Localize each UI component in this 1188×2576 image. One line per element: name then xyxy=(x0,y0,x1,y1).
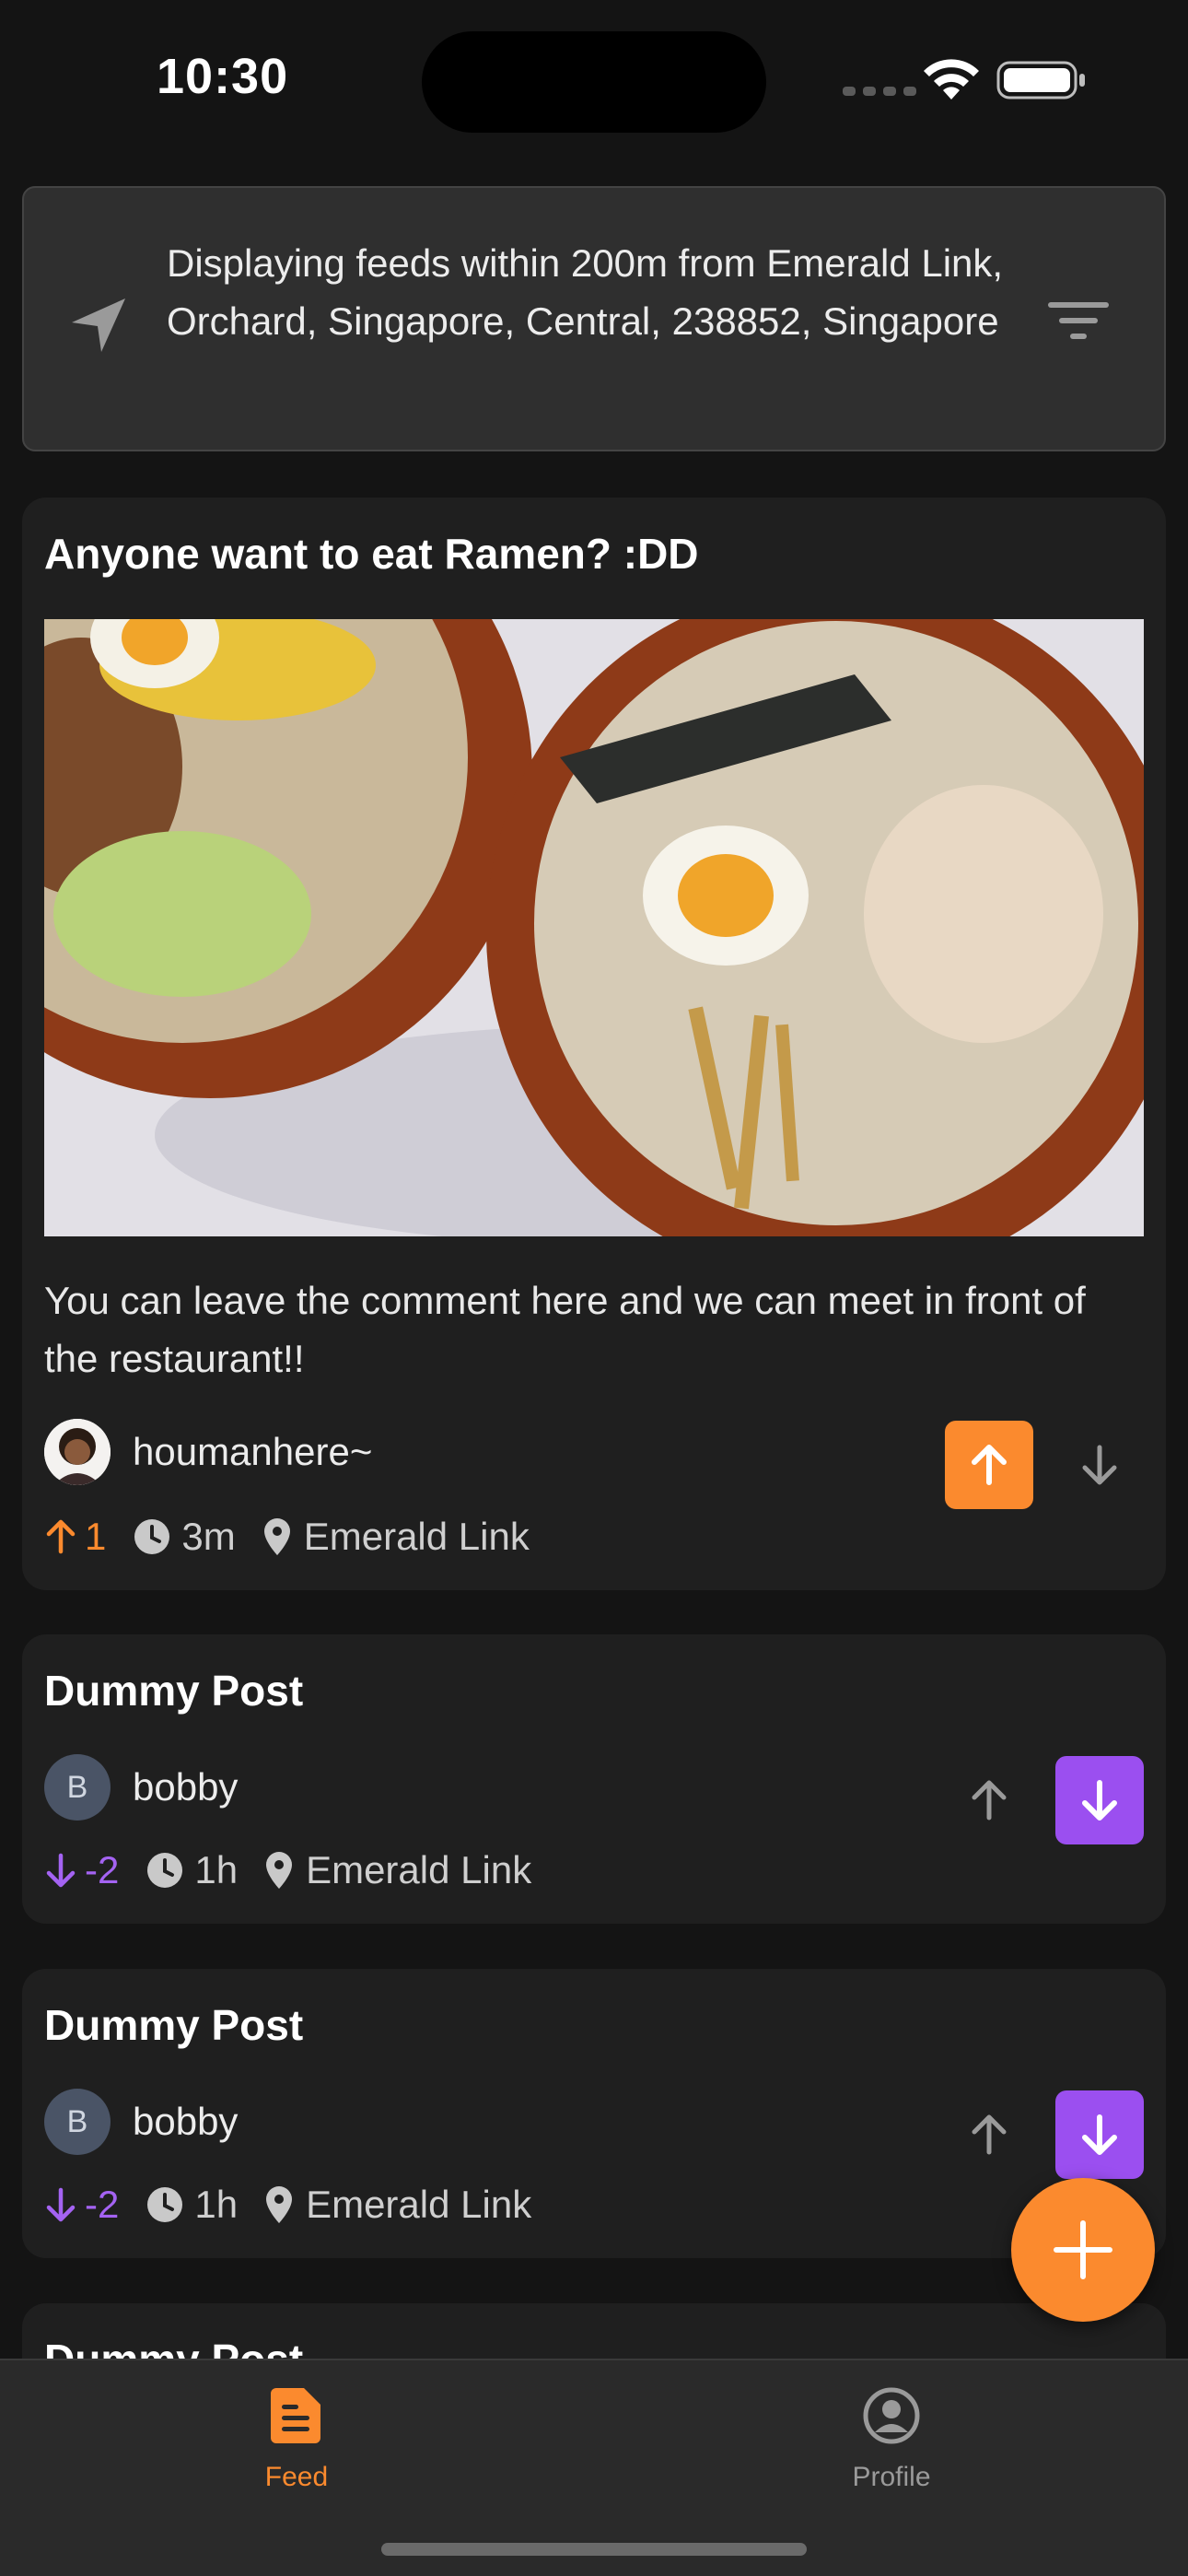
plus-icon xyxy=(1054,2220,1112,2279)
post-meta: 1 3m Emerald Link xyxy=(44,1515,530,1559)
arrow-down-icon xyxy=(46,2187,76,2222)
downvote-button[interactable] xyxy=(1055,1756,1144,1844)
downvote-button[interactable] xyxy=(1055,2090,1144,2179)
post-location: Emerald Link xyxy=(265,1848,531,1892)
location-pin-icon xyxy=(266,2186,293,2223)
arrow-up-icon xyxy=(972,1445,1007,1485)
avatar xyxy=(44,1419,111,1485)
status-time: 10:30 xyxy=(157,49,289,104)
post-location: Emerald Link xyxy=(265,2183,531,2227)
author-name: bobby xyxy=(133,1765,239,1809)
arrow-up-icon xyxy=(972,1780,1007,1821)
author-name: houmanhere~ xyxy=(133,1430,373,1473)
post-card[interactable]: Dummy Post B bobby -2 1h Emerald Link xyxy=(22,1969,1166,2258)
score: -2 xyxy=(44,2183,119,2227)
score-value: 1 xyxy=(85,1515,107,1558)
time-value: 3m xyxy=(181,1515,236,1558)
add-post-button[interactable] xyxy=(1011,2178,1155,2322)
avatar: B xyxy=(44,1754,111,1821)
post-author[interactable]: houmanhere~ xyxy=(44,1419,372,1485)
tab-label: Feed xyxy=(264,2462,329,2492)
score: -2 xyxy=(44,1848,119,1892)
post-time: 1h xyxy=(146,2183,238,2227)
upvote-button[interactable] xyxy=(945,1756,1033,1844)
tab-bar: Feed Profile xyxy=(0,2359,1188,2576)
post-title: Dummy Post xyxy=(44,1667,304,1715)
location-description: Displaying feeds within 200m from Emeral… xyxy=(167,241,1004,343)
avatar: B xyxy=(44,2089,111,2155)
location-pin-icon xyxy=(263,1518,290,1555)
dynamic-island xyxy=(422,31,766,133)
arrow-up-icon xyxy=(46,1519,76,1554)
clock-icon xyxy=(147,2187,183,2222)
home-indicator xyxy=(381,2543,807,2556)
filter-icon[interactable] xyxy=(1046,299,1111,345)
clock-icon xyxy=(134,1519,170,1554)
post-title: Dummy Post xyxy=(44,2001,304,2049)
ramen-photo xyxy=(44,619,1144,1236)
post-author[interactable]: B bobby xyxy=(44,1754,238,1821)
tab-profile[interactable]: Profile xyxy=(781,2386,1002,2493)
arrow-down-icon xyxy=(46,1853,76,1888)
feed-icon xyxy=(271,2388,320,2443)
post-author[interactable]: B bobby xyxy=(44,2089,238,2155)
post-time: 3m xyxy=(134,1515,236,1559)
downvote-button[interactable] xyxy=(1055,1421,1144,1509)
location-pin-icon xyxy=(266,1852,293,1889)
location-arrow-icon xyxy=(72,299,125,352)
location-value: Emerald Link xyxy=(306,2183,532,2226)
profile-icon xyxy=(863,2387,920,2444)
arrow-up-icon xyxy=(972,2114,1007,2155)
cellular-signal-icon xyxy=(843,87,916,96)
status-bar: 10:30 xyxy=(0,0,1188,157)
score-value: -2 xyxy=(85,2183,120,2226)
location-banner[interactable]: Displaying feeds within 200m from Emeral… xyxy=(22,186,1166,451)
score-value: -2 xyxy=(85,1848,120,1891)
post-card[interactable]: Anyone want to eat Ramen? :DD You can le… xyxy=(22,498,1166,1590)
post-card[interactable]: Dummy Post B bobby -2 1h Emerald Link xyxy=(22,1634,1166,1924)
battery-icon xyxy=(996,61,1085,100)
arrow-down-icon xyxy=(1082,1445,1117,1485)
upvote-button[interactable] xyxy=(945,2090,1033,2179)
location-value: Emerald Link xyxy=(303,1515,530,1558)
wifi-icon xyxy=(924,59,979,100)
arrow-down-icon xyxy=(1082,2114,1117,2155)
score: 1 xyxy=(44,1515,106,1559)
author-name: bobby xyxy=(133,2100,239,2143)
tab-feed[interactable]: Feed xyxy=(186,2386,407,2493)
post-meta: -2 1h Emerald Link xyxy=(44,2183,531,2227)
arrow-down-icon xyxy=(1082,1780,1117,1821)
post-meta: -2 1h Emerald Link xyxy=(44,1848,531,1892)
time-value: 1h xyxy=(194,2183,239,2226)
post-location: Emerald Link xyxy=(263,1515,530,1559)
upvote-button[interactable] xyxy=(945,1421,1033,1509)
time-value: 1h xyxy=(194,1848,239,1891)
post-image[interactable] xyxy=(44,619,1144,1236)
tab-label: Profile xyxy=(852,2462,931,2492)
post-title: Anyone want to eat Ramen? :DD xyxy=(44,530,699,578)
location-value: Emerald Link xyxy=(306,1848,532,1891)
post-body: You can leave the comment here and we ca… xyxy=(44,1279,1086,1380)
clock-icon xyxy=(147,1853,183,1888)
post-time: 1h xyxy=(146,1848,238,1892)
